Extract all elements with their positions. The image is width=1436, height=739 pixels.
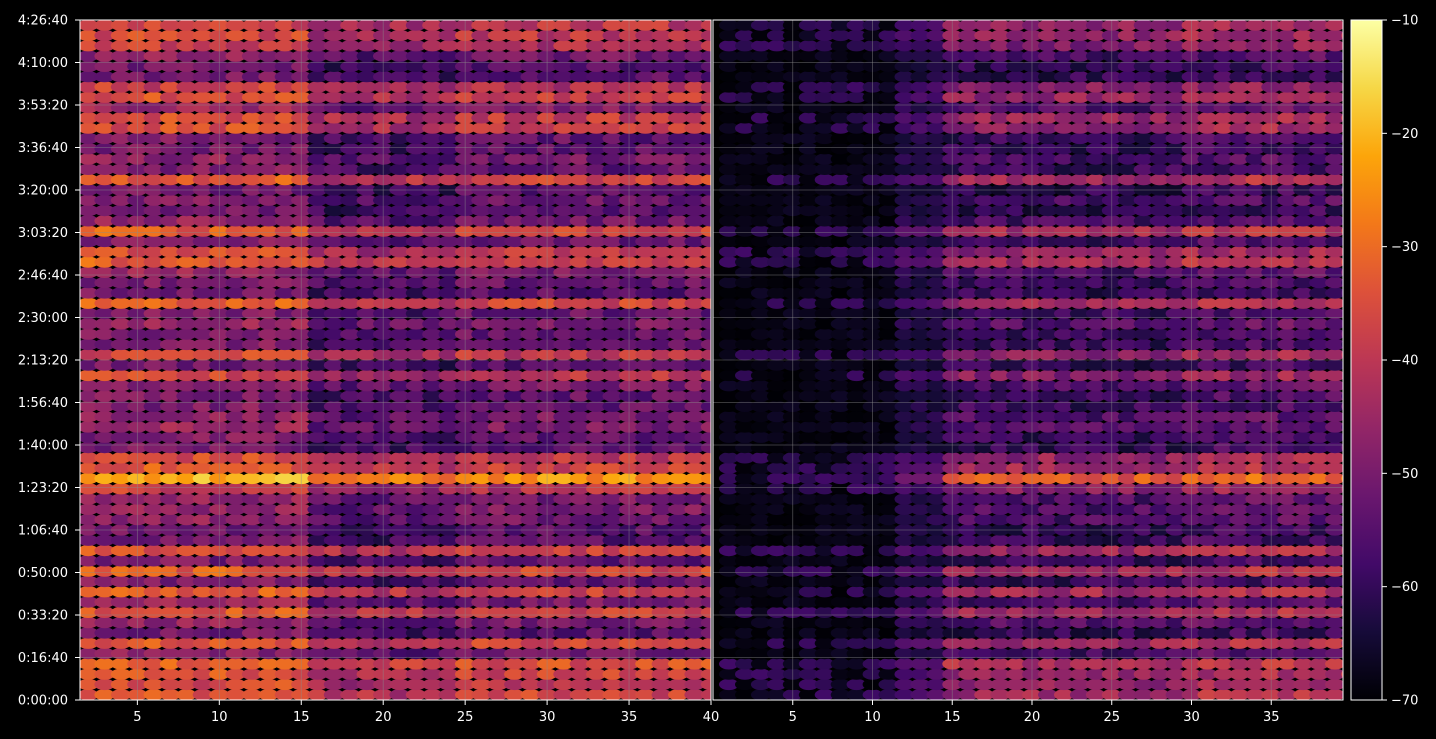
- heatmap-cell: [80, 114, 82, 122]
- heatmap-cell: [80, 413, 82, 421]
- heatmap-cell: [80, 73, 82, 81]
- heatmap-cell: [80, 423, 82, 431]
- heatmap-cell: [80, 217, 82, 225]
- heatmap-cell: [80, 670, 82, 678]
- heatmap-cell: [80, 258, 82, 266]
- chart-root: 5 10 15 20 25 30 35 40 5 10 15 20 25 30 35 0:00:00 0:16:…: [0, 0, 1436, 739]
- heatmap-cell: [80, 557, 82, 565]
- heatmap-cell: [80, 681, 82, 688]
- heatmap-cell: [80, 330, 82, 338]
- heatmap-chart: 5 10 15 20 25 30 35 40 5 10 15 20 25 30 350:00:000:16:…: [18, 14, 1419, 726]
- heatmap-cell: [80, 32, 82, 39]
- heatmap-cell: [80, 547, 82, 554]
- heatmap-cell: [80, 372, 82, 379]
- heatmap-cell: [80, 598, 82, 606]
- heatmap-cell: [80, 341, 82, 348]
- heatmap-cell: [80, 299, 82, 307]
- heatmap-cell: [80, 588, 82, 596]
- heatmap-cell: [80, 289, 82, 297]
- heatmap-cell: [80, 454, 82, 462]
- heatmap-cell: [80, 464, 82, 472]
- heatmap-cell: [80, 506, 82, 513]
- heatmap-cell: [80, 42, 82, 50]
- heatmap-cell: [80, 629, 82, 637]
- heatmap-cell: [80, 382, 82, 390]
- heatmap-cell: [80, 639, 82, 647]
- heatmap-cell: [80, 83, 82, 91]
- heatmap-cell: [80, 248, 82, 256]
- heatmap-cell: [80, 124, 82, 132]
- heatmap-cell: [80, 166, 82, 173]
- heatmap-cell: [80, 207, 82, 214]
